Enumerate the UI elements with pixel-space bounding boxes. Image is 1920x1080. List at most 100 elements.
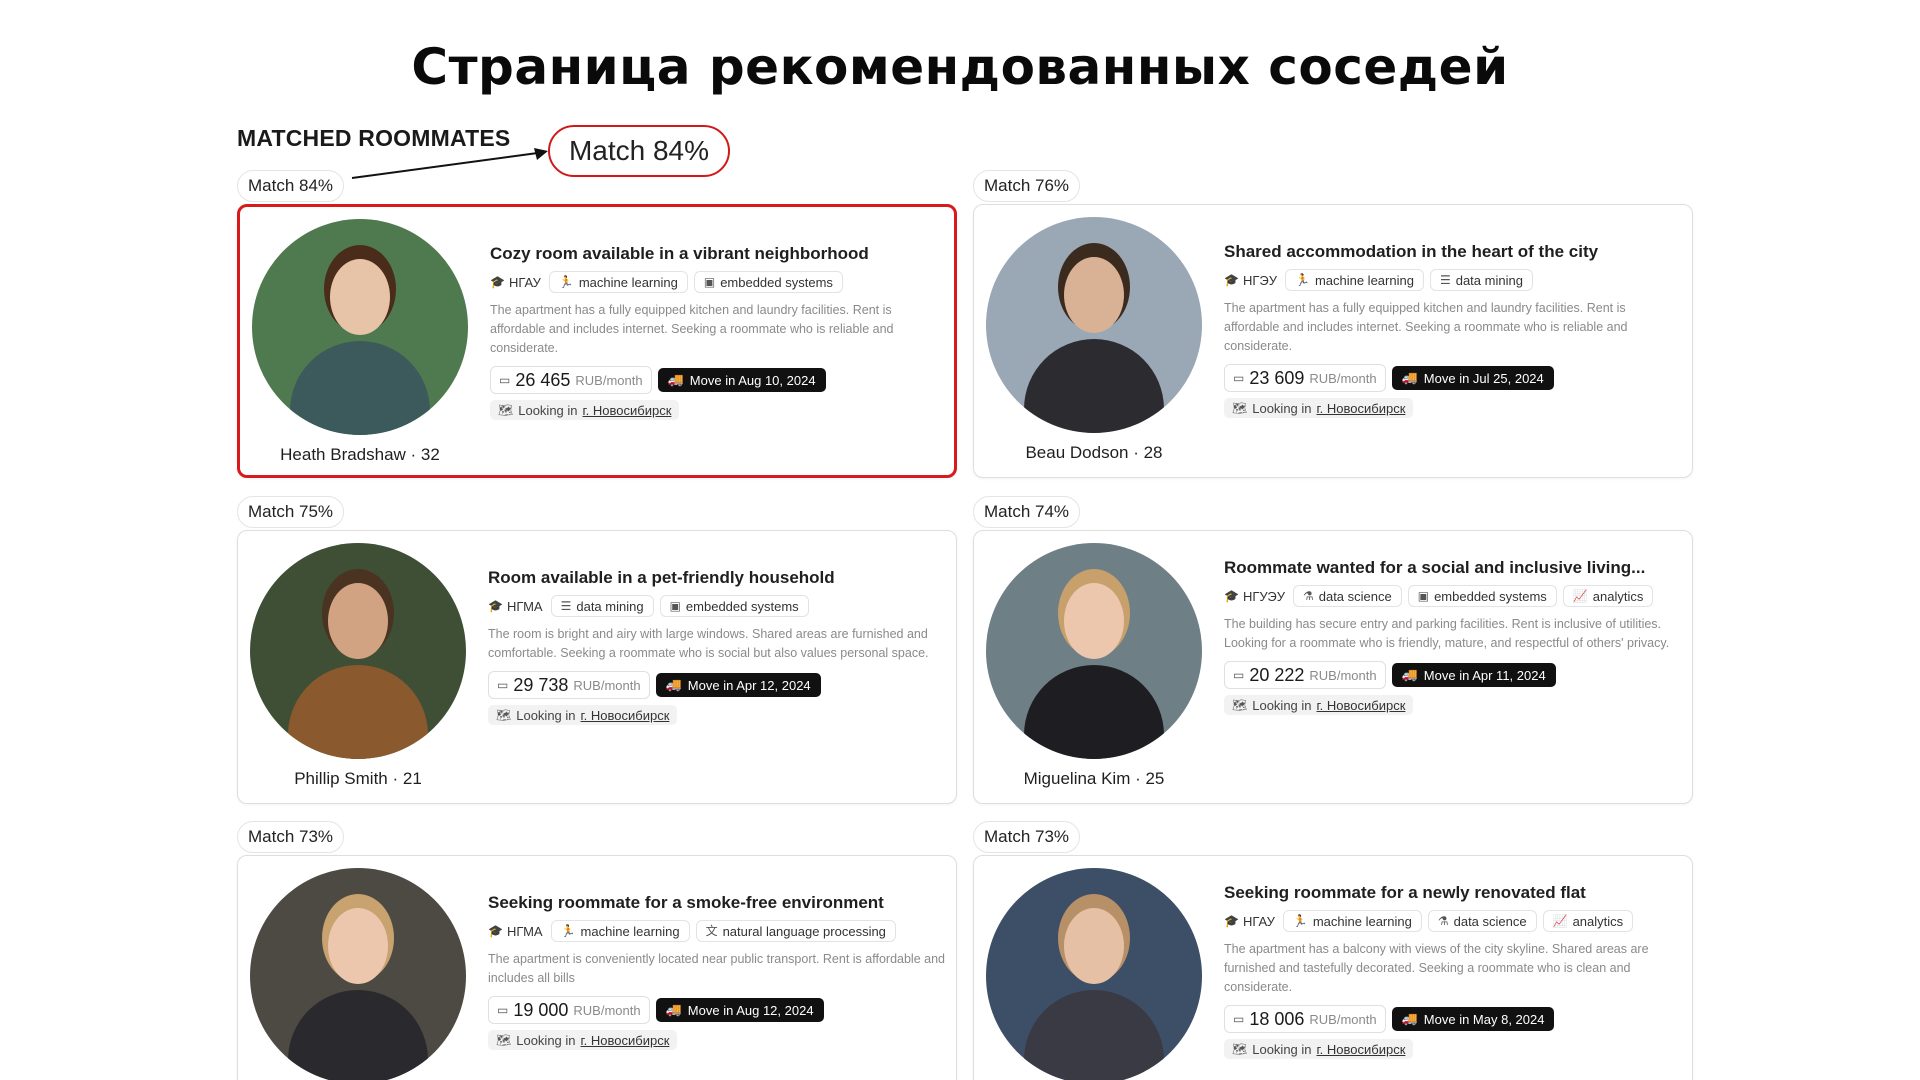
listing-title[interactable]: Shared accommodation in the heart of the… — [1224, 242, 1684, 262]
move-in-label: Move in Jul 25, 2024 — [1423, 370, 1544, 386]
interest-tag: 📈 analytics — [1542, 910, 1634, 932]
interest-label: embedded systems — [685, 598, 799, 614]
move-in-label: Move in Apr 11, 2024 — [1423, 667, 1546, 683]
truck-icon: 🚚 — [1401, 667, 1418, 682]
university: 🎓 НГМА — [488, 922, 545, 941]
interest-label: natural language processing — [722, 923, 886, 939]
location-link[interactable]: г. Новосибирск — [1317, 1042, 1406, 1057]
listing-title[interactable]: Cozy room available in a vibrant neighbo… — [490, 244, 950, 264]
university-label: НГМА — [506, 598, 543, 614]
match-badge: Match 74% — [973, 496, 1081, 528]
interest-label: machine learning — [1312, 913, 1412, 929]
graduation-cap-icon: 🎓 — [1224, 589, 1239, 603]
wallet-icon: ▭ — [1233, 668, 1245, 682]
price-unit: RUB/month — [1309, 667, 1377, 683]
interest-icon: 🏃 — [1294, 273, 1310, 287]
price-unit: RUB/month — [573, 1002, 641, 1018]
university-label: НГЭУ — [1242, 272, 1277, 288]
avatar[interactable] — [250, 868, 466, 1080]
location-chip: 🗺 Looking in г. Новосибирск — [1224, 695, 1414, 715]
university: 🎓 НГУЭУ — [1224, 587, 1287, 606]
price-unit: RUB/month — [1309, 1011, 1377, 1027]
person-name: Miguelina Kim · 25 — [1023, 769, 1165, 788]
interest-icon: 🏃 — [558, 275, 574, 289]
avatar[interactable] — [252, 219, 468, 435]
university-label: НГМА — [506, 923, 543, 939]
interest-icon: ▣ — [703, 275, 716, 289]
price-row: ▭ 20 222 RUB/month 🚚 Move in Apr 11, 202… — [1224, 661, 1684, 689]
location-link[interactable]: г. Новосибирск — [581, 708, 670, 723]
roommate-card[interactable]: Seeking roommate for a smoke-free enviro… — [237, 855, 957, 1080]
move-in-label: Move in Aug 10, 2024 — [689, 372, 816, 388]
move-in-badge: 🚚 Move in Apr 11, 2024 — [1391, 663, 1556, 687]
price-value: 26 465 — [515, 369, 571, 390]
price-row: ▭ 18 006 RUB/month 🚚 Move in May 8, 2024 — [1224, 1005, 1684, 1033]
callout-arrow — [351, 148, 548, 179]
interest-label: data science — [1318, 588, 1392, 604]
price-row: ▭ 23 609 RUB/month 🚚 Move in Jul 25, 202… — [1224, 364, 1684, 392]
tag-list: 🎓 НГУЭУ ⚗ data science ▣ embedded system… — [1224, 585, 1684, 607]
truck-icon: 🚚 — [1401, 1011, 1418, 1026]
location-chip: 🗺 Looking in г. Новосибирск — [488, 1030, 678, 1050]
university: 🎓 НГЭУ — [1224, 271, 1279, 290]
move-in-badge: 🚚 Move in Apr 12, 2024 — [655, 673, 821, 697]
location-link[interactable]: г. Новосибирск — [583, 403, 672, 418]
interest-tag: ▣ embedded systems — [693, 271, 843, 293]
price-value: 18 006 — [1249, 1008, 1305, 1029]
interest-icon: ☰ — [560, 599, 572, 613]
location-link[interactable]: г. Новосибирск — [1317, 698, 1406, 713]
map-icon: 🗺 — [1232, 1042, 1248, 1056]
price-unit: RUB/month — [1309, 370, 1377, 386]
map-icon: 🗺 — [496, 708, 512, 722]
roommate-card[interactable]: Phillip Smith · 21 Room available in a p… — [237, 530, 957, 804]
roommate-card[interactable]: Seeking roommate for a newly renovated f… — [973, 855, 1693, 1080]
interest-tag: 文 natural language processing — [695, 920, 896, 942]
price-unit: RUB/month — [573, 677, 641, 693]
map-icon: 🗺 — [496, 1033, 512, 1047]
price-box: ▭ 19 000 RUB/month — [488, 996, 650, 1024]
move-in-label: Move in May 8, 2024 — [1423, 1011, 1545, 1027]
listing-title[interactable]: Room available in a pet-friendly househo… — [488, 568, 948, 588]
roommate-card[interactable]: Beau Dodson · 28 Shared accommodation in… — [973, 204, 1693, 478]
location-link[interactable]: г. Новосибирск — [581, 1033, 670, 1048]
interest-label: data science — [1453, 913, 1527, 929]
match-callout: Match 84% — [548, 125, 730, 177]
person-name: Beau Dodson · 28 — [1025, 443, 1163, 462]
tag-list: 🎓 НГЭУ 🏃 machine learning ☰ data mining — [1224, 269, 1684, 291]
location-prefix: Looking in — [516, 707, 576, 723]
roommate-card[interactable]: Heath Bradshaw · 32 Cozy room available … — [237, 204, 957, 478]
listing-title[interactable]: Roommate wanted for a social and inclusi… — [1224, 558, 1684, 578]
location-prefix: Looking in — [518, 402, 578, 418]
avatar[interactable] — [250, 543, 466, 759]
roommate-card[interactable]: Miguelina Kim · 25 Roommate wanted for a… — [973, 530, 1693, 804]
location-chip: 🗺 Looking in г. Новосибирск — [1224, 1039, 1414, 1059]
location-link[interactable]: г. Новосибирск — [1317, 401, 1406, 416]
avatar[interactable] — [986, 543, 1202, 759]
graduation-cap-icon: 🎓 — [490, 275, 505, 289]
truck-icon: 🚚 — [667, 372, 684, 387]
location-chip: 🗺 Looking in г. Новосибирск — [488, 705, 678, 725]
graduation-cap-icon: 🎓 — [1224, 914, 1239, 928]
interest-tag: ☰ data mining — [1429, 269, 1533, 291]
university-label: НГУЭУ — [1242, 588, 1285, 604]
avatar[interactable] — [986, 868, 1202, 1080]
avatar[interactable] — [986, 217, 1202, 433]
price-box: ▭ 23 609 RUB/month — [1224, 364, 1386, 392]
map-icon: 🗺 — [1232, 401, 1248, 415]
interest-icon: ▣ — [669, 599, 681, 613]
interest-tag: 🏃 machine learning — [1284, 269, 1424, 291]
move-in-label: Move in Apr 12, 2024 — [687, 677, 811, 693]
listing-title[interactable]: Seeking roommate for a smoke-free enviro… — [488, 893, 948, 913]
location-chip: 🗺 Looking in г. Новосибирск — [1224, 398, 1414, 418]
listing-title[interactable]: Seeking roommate for a newly renovated f… — [1224, 883, 1684, 903]
tag-list: 🎓 НГМА ☰ data mining ▣ embedded systems — [488, 595, 948, 617]
interest-tag: 🏃 machine learning — [548, 271, 688, 293]
match-badge: Match 75% — [237, 496, 345, 528]
map-icon: 🗺 — [498, 403, 514, 417]
tag-list: 🎓 НГАУ 🏃 machine learning ▣ embedded sys… — [490, 271, 950, 293]
university-label: НГАУ — [1242, 913, 1275, 929]
interest-icon: ⚗ — [1437, 914, 1449, 928]
wallet-icon: ▭ — [497, 678, 509, 692]
interest-tag: 🏃 machine learning — [550, 920, 690, 942]
interest-tag: 📈 analytics — [1562, 585, 1654, 607]
